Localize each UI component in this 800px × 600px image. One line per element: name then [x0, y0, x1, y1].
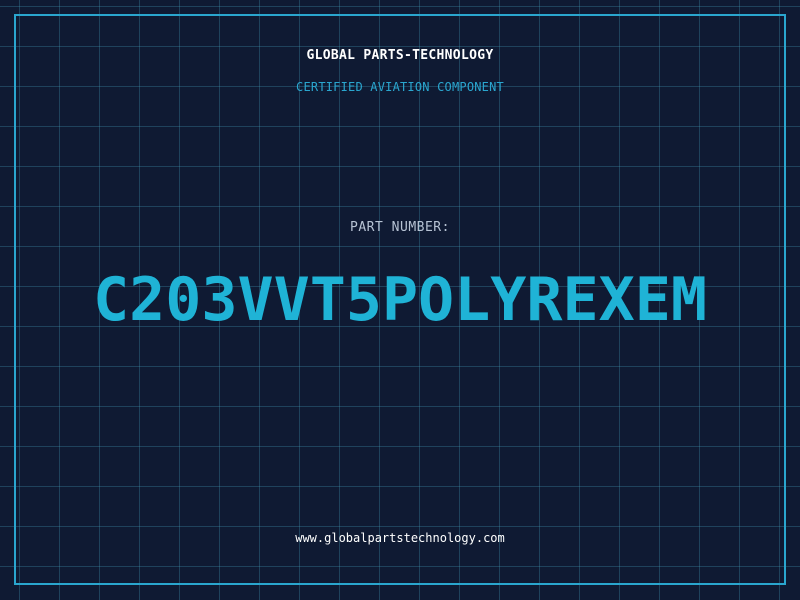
certification-tagline: CERTIFIED AVIATION COMPONENT — [296, 80, 504, 94]
company-name: GLOBAL PARTS-TECHNOLOGY — [306, 48, 494, 63]
part-number-value: C203VVT5POLYREXEM — [92, 265, 708, 335]
part-number-label: PART NUMBER: — [350, 220, 450, 235]
website-link[interactable]: www.globalpartstechnology.com — [0, 531, 800, 545]
part-label-card: GLOBAL PARTS-TECHNOLOGY CERTIFIED AVIATI… — [0, 0, 800, 600]
